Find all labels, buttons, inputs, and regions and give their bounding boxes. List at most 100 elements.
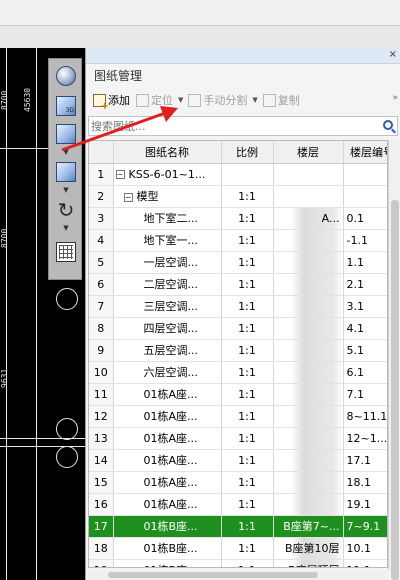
row-floor [273, 229, 344, 252]
search-icon[interactable] [383, 120, 393, 130]
table-row[interactable]: 10 六层空调... 1:1 6.1 [89, 361, 387, 384]
row-ratio: 1:1 [221, 471, 274, 494]
globe-icon [56, 66, 76, 86]
scroll-thumb[interactable] [108, 572, 318, 578]
row-index: 4 [89, 229, 114, 252]
chevron-down-icon[interactable]: ▼ [61, 187, 71, 194]
row-ratio: 1:1 [221, 251, 274, 274]
row-name-label: 01栋A座... [143, 388, 198, 401]
chevron-down-icon[interactable]: ▼ [61, 225, 71, 232]
cube-3d-icon: 3D [56, 96, 76, 116]
grid-axis-bubble [56, 446, 78, 468]
row-floor [273, 449, 344, 472]
row-index: 15 [89, 471, 114, 494]
table-row[interactable]: 11 01栋A座... 1:1 7.1 [89, 383, 387, 406]
row-floor-no: 8~11.1 [343, 405, 387, 428]
row-floor [273, 383, 344, 406]
row-name-label: 01栋A座... [143, 410, 198, 423]
table-row[interactable]: 13 01栋A座... 1:1 12~1... [89, 427, 387, 450]
panel-title: 图纸管理 [94, 69, 143, 83]
row-index: 6 [89, 273, 114, 296]
row-ratio: 1:1 [221, 361, 274, 384]
table-row[interactable]: 1− KSS-6-01~1... [89, 163, 387, 186]
col-header-floor[interactable]: 楼层 [273, 141, 344, 164]
row-floor: B座第7~... [273, 515, 344, 538]
row-index: 2 [89, 185, 114, 208]
grid-view-tool[interactable] [53, 239, 79, 265]
col-header-ratio[interactable]: 比例 [221, 141, 274, 164]
row-name-label: 五层空调... [143, 344, 199, 357]
table-row[interactable]: 15 01栋A座... 1:1 18.1 [89, 471, 387, 494]
toolbar-overflow-icon[interactable]: » [392, 93, 398, 103]
row-name: 地下室一... [113, 229, 222, 252]
table-row[interactable]: 12 01栋A座... 1:1 8~11.1 [89, 405, 387, 428]
cube-icon [56, 124, 76, 144]
add-button[interactable]: 添加 [90, 90, 133, 112]
table-row[interactable]: 4 地下室一... 1:1 -1.1 [89, 229, 387, 252]
table-row[interactable]: 16 01栋A座... 1:1 19.1 [89, 493, 387, 516]
copy-button[interactable]: 复制 [260, 90, 303, 110]
view-box-tool[interactable] [53, 159, 79, 185]
collapse-toggle-icon[interactable]: − [115, 170, 125, 179]
grid-line [6, 48, 7, 580]
row-name: 01栋A座... [113, 471, 222, 494]
row-name: 三层空调... [113, 295, 222, 318]
col-header-floor-no[interactable]: 楼层编号 [343, 141, 387, 164]
row-name: − 模型 [113, 185, 222, 208]
table-row[interactable]: 18 01栋B座... 1:1 B座第10层 10.1 [89, 537, 387, 560]
row-index: 13 [89, 427, 114, 450]
vertical-scrollbar[interactable] [388, 140, 400, 580]
row-name: 01栋A座... [113, 383, 222, 406]
row-floor-no: 1.1 [343, 251, 387, 274]
row-ratio: 1:1 [221, 559, 274, 567]
grid-line [36, 48, 37, 580]
panel-toolbar: 添加 定位 ▼ 手动分割 ▼ 复制 » [86, 88, 400, 112]
col-header-index[interactable] [89, 141, 114, 164]
scroll-thumb[interactable] [391, 200, 399, 580]
chevron-down-icon[interactable]: ▼ [252, 96, 257, 104]
collapse-toggle-icon[interactable]: − [123, 192, 133, 202]
table-row[interactable]: 14 01栋A座... 1:1 17.1 [89, 449, 387, 472]
drawing-manager-panel: × 图纸管理 添加 定位 ▼ 手动分割 ▼ 复制 » [85, 48, 400, 580]
locate-button[interactable]: 定位 [133, 90, 176, 110]
row-index: 12 [89, 405, 114, 428]
table-row[interactable]: 2− 模型 1:1 [89, 185, 387, 208]
row-index: 9 [89, 339, 114, 362]
row-floor: A... [273, 207, 344, 230]
col-header-name[interactable]: 图纸名称 [113, 141, 222, 164]
row-name-label: 地下室一... [143, 234, 199, 247]
row-floor-no: 6.1 [343, 361, 387, 384]
table-row[interactable]: 17 01栋B座... 1:1 B座第7~... 7~9.1 [89, 515, 387, 538]
row-floor-no: 19.1 [343, 493, 387, 516]
row-floor-no [343, 163, 387, 186]
row-ratio: 1:1 [221, 317, 274, 340]
rotate-icon: ↻ [57, 198, 75, 222]
table-row[interactable]: 5 一层空调... 1:1 1.1 [89, 251, 387, 274]
horizontal-scrollbar[interactable] [88, 570, 388, 580]
table-row[interactable]: 3 地下室二... 1:1 A... 0.1 [89, 207, 387, 230]
row-index: 16 [89, 493, 114, 516]
table-header-row: 图纸名称 比例 楼层 楼层编号 [89, 141, 387, 164]
table-row[interactable]: 19 01栋B座... 1:1B座屋顶层11.1 [89, 559, 387, 567]
row-floor [273, 405, 344, 428]
table-row[interactable]: 9 五层空调... 1:1 5.1 [89, 339, 387, 362]
row-index: 5 [89, 251, 114, 274]
row-ratio: 1:1 [221, 449, 274, 472]
search-input[interactable] [91, 118, 371, 134]
panel-titlebar[interactable]: × [86, 48, 400, 64]
table-row[interactable]: 6 二层空调... 1:1 2.1 [89, 273, 387, 296]
view-cube-tool[interactable] [53, 121, 79, 147]
row-floor-no: 11.1 [343, 559, 387, 567]
row-ratio: 1:1 [221, 383, 274, 406]
table-row[interactable]: 8 四层空调... 1:1 4.1 [89, 317, 387, 340]
table-row[interactable]: 7 三层空调... 1:1 3.1 [89, 295, 387, 318]
chevron-down-icon[interactable]: ▼ [61, 149, 71, 156]
rotate-tool[interactable]: ↻ [53, 197, 79, 223]
orbit-tool[interactable] [53, 63, 79, 89]
row-name: 01栋A座... [113, 405, 222, 428]
manual-split-button[interactable]: 手动分割 [185, 90, 250, 110]
close-icon[interactable]: × [389, 49, 397, 60]
chevron-down-icon[interactable]: ▼ [178, 96, 183, 104]
view-3d-tool[interactable]: 3D [53, 93, 79, 119]
row-floor-no: 7~9.1 [343, 515, 387, 538]
